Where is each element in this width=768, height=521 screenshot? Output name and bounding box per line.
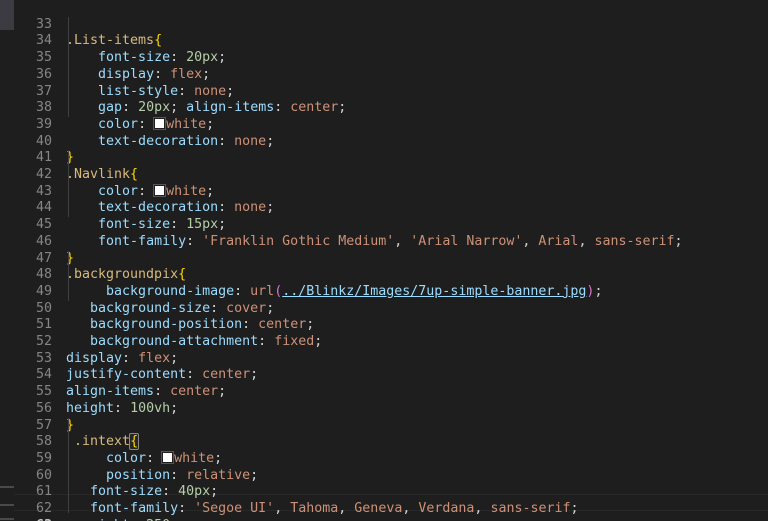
code-line[interactable]: 33 .List-items{	[0, 0, 768, 49]
code-line[interactable]: 58 color: white;	[0, 418, 768, 466]
indent-guide	[68, 150, 69, 218]
code-line[interactable]: 61 font-family: 'Segoe UI', Tahoma, Gene…	[0, 468, 768, 516]
code-line[interactable]: 49 background-size: cover;	[0, 267, 768, 316]
vertical-scrollbar[interactable]	[0, 0, 14, 521]
indent-guide	[68, 417, 69, 513]
code-line[interactable]: 59 position: relative;	[0, 434, 768, 483]
code-line[interactable]: 34 font-size: 20px;	[0, 17, 768, 65]
overview-ruler-mark	[0, 504, 14, 506]
code-line[interactable]: 37 gap: 20px; align-items: center;	[0, 67, 768, 116]
code-line[interactable]: 54 align-items: center;	[0, 351, 768, 399]
code-line[interactable]: 39 text-decoration: none;	[0, 100, 768, 149]
code-line[interactable]: 38 color: white;	[0, 84, 768, 132]
code-editor[interactable]: 33 .List-items{ 34 font-size: 20px; 35 d…	[0, 0, 768, 521]
scrollbar-thumb[interactable]	[0, 0, 14, 30]
code-line[interactable]: 57 .intext{	[0, 401, 768, 451]
code-line[interactable]: 35 display: flex;	[0, 33, 768, 82]
code-line[interactable]: 48 background-image: url(../Blinkz/Image…	[0, 251, 768, 299]
code-line[interactable]: 47 .backgroundpix{	[0, 234, 768, 283]
overview-ruler-mark	[0, 518, 14, 520]
code-line[interactable]: 43 text-decoration: none;	[0, 167, 768, 216]
code-line[interactable]: 45 font-family: 'Franklin Gothic Medium'…	[0, 200, 768, 249]
code-line[interactable]: 52 display: flex;	[0, 317, 768, 366]
code-line[interactable]: 55 height: 100vh;	[0, 367, 768, 416]
code-line[interactable]: 40 }	[0, 117, 768, 166]
code-line[interactable]: 62 right: 250px;	[0, 484, 768, 521]
overview-ruler-mark	[0, 486, 14, 488]
code-line[interactable]: 53 justify-content: center;	[0, 334, 768, 383]
code-line[interactable]: 36 list-style: none;	[0, 50, 768, 99]
code-line[interactable]: 51 background-attachment: fixed;	[0, 301, 768, 349]
code-line[interactable]: 60 font-size: 40px;	[0, 451, 768, 500]
code-line[interactable]: 56 }	[0, 384, 768, 433]
code-line[interactable]: 44 font-size: 15px;	[0, 184, 768, 232]
code-line[interactable]: 46 }	[0, 217, 768, 266]
code-line-active[interactable]: 63 bottom: 150px;	[0, 501, 768, 521]
code-line[interactable]: 42 color: white;	[0, 150, 768, 199]
indent-guide	[68, 250, 69, 301]
code-line[interactable]: 41 .Navlink{	[0, 134, 768, 182]
indent-guide	[68, 16, 69, 117]
code-line[interactable]: 50 background-position: center;	[0, 284, 768, 333]
